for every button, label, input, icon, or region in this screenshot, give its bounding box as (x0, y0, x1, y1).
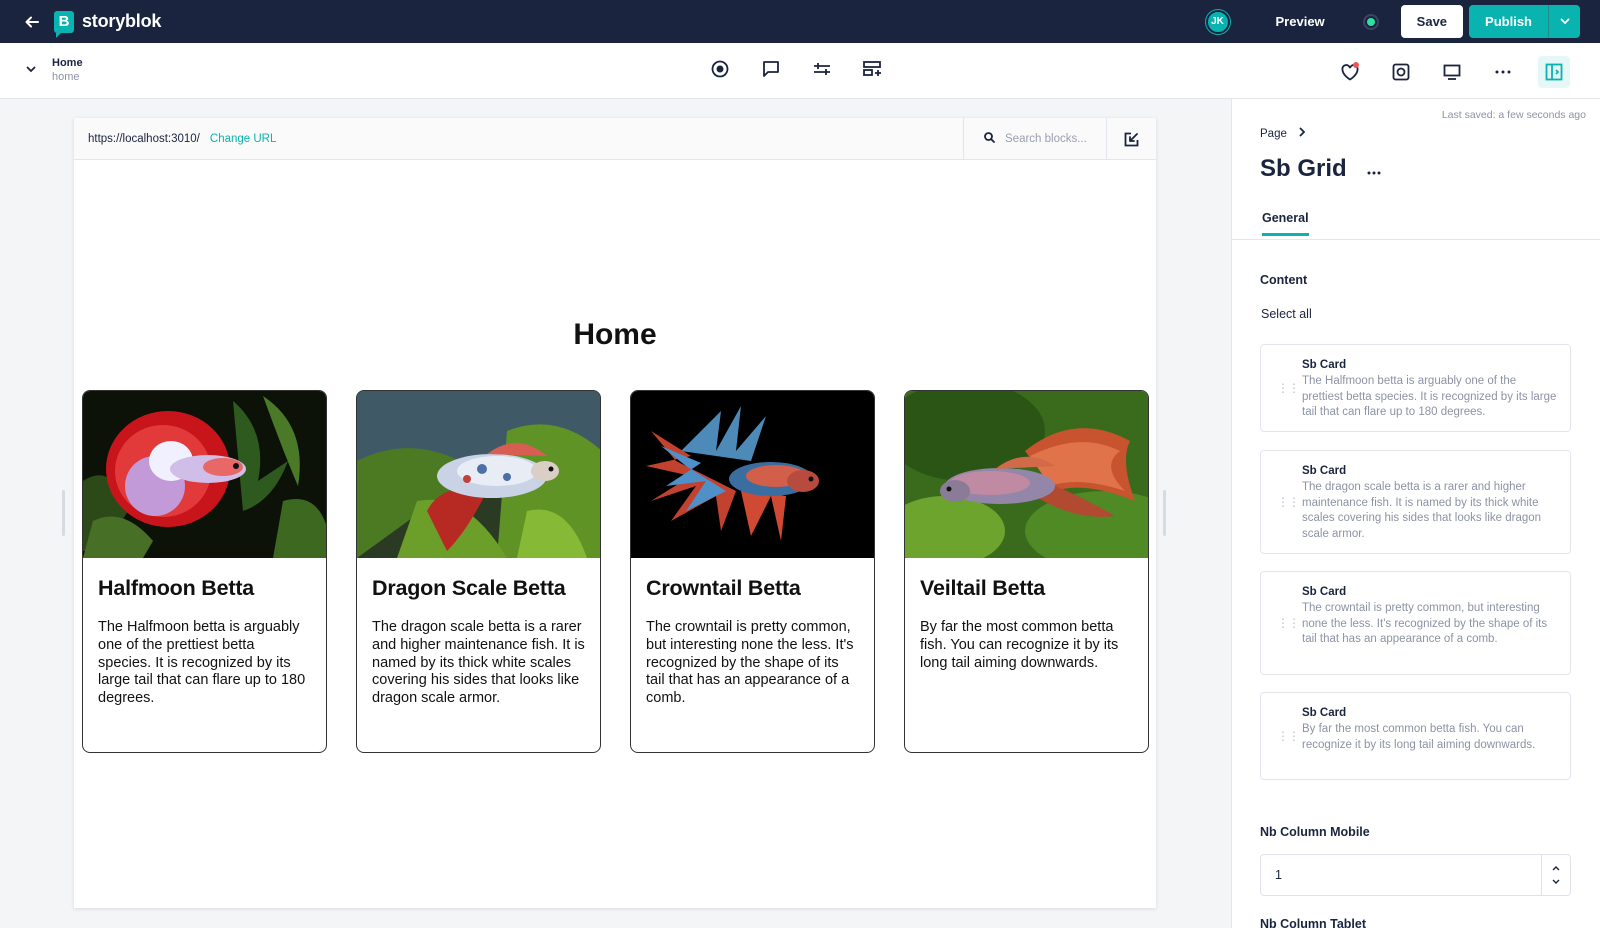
preview-frame: https://localhost:3010/ Change URL Searc… (74, 118, 1156, 908)
nb-column-mobile-value[interactable]: 1 (1275, 868, 1282, 882)
nested-block-item[interactable]: ⋮⋮ Sb Card The Halfmoon betta is arguabl… (1260, 344, 1571, 432)
nb-column-mobile-input[interactable]: 1 (1260, 854, 1571, 896)
panel-tabs: General (1232, 203, 1600, 240)
search-blocks-input[interactable]: Search blocks... (963, 118, 1105, 160)
desktop-icon[interactable] (1436, 56, 1468, 88)
chevron-down-icon[interactable] (1552, 877, 1560, 886)
logo-mark: B (54, 10, 74, 38)
breadcrumb-page[interactable]: Page (1260, 128, 1287, 140)
block-item-title: Sb Card (1302, 465, 1347, 477)
number-stepper[interactable] (1541, 855, 1570, 895)
tab-general[interactable]: General (1262, 211, 1309, 236)
block-title: Sb Grid (1260, 155, 1347, 182)
chevron-up-icon[interactable] (1552, 864, 1560, 873)
last-saved-status: Last saved: a few seconds ago (1441, 109, 1586, 121)
drag-handle-icon[interactable]: ⋮⋮ (1277, 382, 1300, 394)
publish-dropdown-chevron-icon[interactable] (1548, 5, 1580, 38)
betta-fish-image (357, 391, 600, 558)
editor-toolbar: Home home (0, 43, 1600, 99)
card-text: By far the most common betta fish. You c… (920, 619, 1119, 671)
story-selector[interactable]: Home home (26, 56, 83, 84)
betta-fish-image (905, 391, 1148, 558)
search-placeholder: Search blocks... (1005, 133, 1087, 145)
add-block-icon[interactable] (863, 59, 883, 79)
card-text: The dragon scale betta is a rarer and hi… (372, 619, 585, 707)
select-all-checkbox[interactable]: Select all (1261, 307, 1312, 321)
betta-fish-image (631, 391, 874, 558)
drag-handle-icon[interactable]: ⋮⋮ (1277, 496, 1300, 508)
card-dragon-scale-betta[interactable]: Dragon Scale Betta The dragon scale bett… (356, 390, 601, 753)
betta-fish-image (83, 391, 326, 558)
block-item-title: Sb Card (1302, 359, 1347, 371)
settings-sliders-icon[interactable] (812, 59, 832, 79)
notification-dot (1353, 62, 1359, 68)
card-title: Halfmoon Betta (98, 576, 255, 600)
change-url-link[interactable]: Change URL (210, 133, 276, 145)
nested-block-item[interactable]: ⋮⋮ Sb Card By far the most common betta … (1260, 692, 1571, 780)
top-bar: B storyblok JK Preview Save Publish (0, 0, 1600, 43)
back-arrow-icon[interactable] (16, 0, 48, 43)
content-field-label: Content (1260, 273, 1308, 287)
target-icon[interactable] (710, 59, 730, 79)
breadcrumb[interactable]: Page (1260, 127, 1306, 140)
comment-icon[interactable] (761, 59, 781, 79)
block-item-title: Sb Card (1302, 707, 1347, 719)
card-crowntail-betta[interactable]: Crowntail Betta The crowntail is pretty … (630, 390, 875, 753)
search-icon (984, 130, 995, 148)
more-icon[interactable] (1487, 56, 1519, 88)
drag-handle-icon[interactable]: ⋮⋮ (1277, 617, 1300, 629)
status-indicator-icon[interactable] (1362, 13, 1379, 30)
resize-handle-left[interactable] (62, 490, 65, 536)
card-grid: Halfmoon Betta The Halfmoon betta is arg… (82, 390, 1178, 753)
card-title: Veiltail Betta (920, 576, 1046, 600)
card-veiltail-betta[interactable]: Veiltail Betta By far the most common be… (904, 390, 1149, 753)
logo-text: storyblok (82, 11, 162, 31)
card-text: The Halfmoon betta is arguably one of th… (98, 619, 306, 707)
card-halfmoon-betta[interactable]: Halfmoon Betta The Halfmoon betta is arg… (82, 390, 327, 753)
chevron-down-icon[interactable] (26, 65, 36, 76)
block-item-description: The crowntail is pretty common, but inte… (1302, 602, 1548, 645)
page-heading: Home (573, 318, 657, 351)
drag-handle-icon[interactable]: ⋮⋮ (1277, 730, 1300, 742)
chevron-right-icon (1299, 127, 1306, 140)
nested-block-item[interactable]: ⋮⋮ Sb Card The dragon scale betta is a r… (1260, 450, 1571, 554)
screenshot-icon[interactable] (1385, 56, 1417, 88)
story-slug: home (52, 71, 80, 83)
story-name: Home (52, 57, 83, 69)
publish-button[interactable]: Publish (1469, 5, 1548, 38)
block-settings-panel: Last saved: a few seconds ago Page Sb Gr… (1231, 99, 1600, 928)
card-title: Crowntail Betta (646, 576, 801, 600)
block-item-description: The dragon scale betta is a rarer and hi… (1302, 481, 1542, 540)
block-item-description: By far the most common betta fish. You c… (1302, 723, 1536, 751)
nb-column-mobile-label: Nb Column Mobile (1260, 825, 1370, 839)
preview-button[interactable]: Preview (1276, 14, 1325, 29)
url-bar: https://localhost:3010/ Change URL Searc… (74, 118, 1156, 160)
storyblok-logo[interactable]: B storyblok (54, 10, 162, 38)
save-button[interactable]: Save (1400, 5, 1464, 38)
block-item-title: Sb Card (1302, 586, 1347, 598)
panel-toggle-icon[interactable] (1538, 56, 1570, 88)
block-item-description: The Halfmoon betta is arguably one of th… (1302, 375, 1557, 418)
nested-block-item[interactable]: ⋮⋮ Sb Card The crowntail is pretty commo… (1260, 571, 1571, 675)
more-options-icon[interactable] (1367, 159, 1381, 180)
card-text: The crowntail is pretty common, but inte… (646, 619, 854, 707)
user-avatar[interactable]: JK (1205, 9, 1230, 34)
preview-url: https://localhost:3010/ (88, 132, 200, 145)
favorite-icon[interactable] (1334, 56, 1366, 88)
card-title: Dragon Scale Betta (372, 576, 566, 600)
select-element-icon[interactable] (1106, 118, 1156, 160)
nb-column-tablet-label: Nb Column Tablet (1260, 917, 1367, 928)
